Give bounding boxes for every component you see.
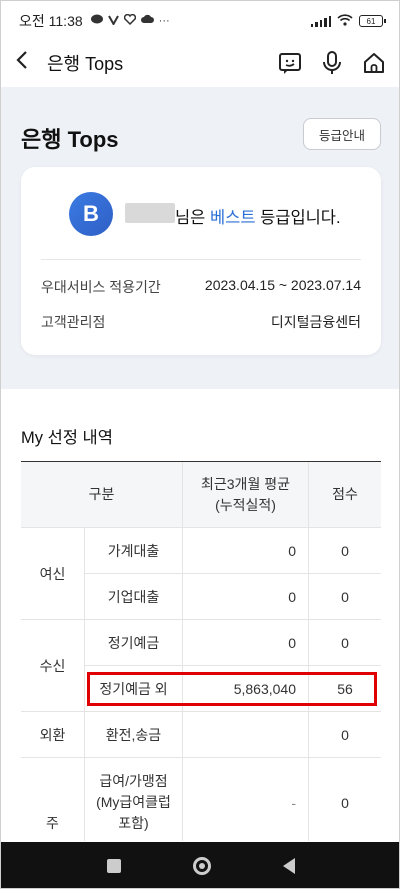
value-salary-merchant: - — [183, 758, 309, 841]
grade-name: 베스트 — [209, 209, 256, 227]
recent-apps-button[interactable] — [107, 859, 121, 873]
grade-card: B 님은 베스트 등급입니다. 우대서비스 적용기간 2023.04.15 ~ … — [21, 167, 381, 355]
value-household-loan: 0 — [183, 528, 309, 574]
grade-message-suffix: 등급입니다. — [255, 209, 341, 227]
item-business-loan: 기업대출 — [85, 574, 183, 620]
status-bar: 오전 11:38 ··· 61 — [1, 1, 399, 41]
grade-badge: B — [69, 192, 113, 236]
header-title: 은행 Tops — [47, 54, 124, 74]
back-nav-button[interactable] — [283, 858, 295, 874]
battery-icon: 61 — [359, 15, 386, 27]
masked-customer-name — [125, 203, 175, 223]
wifi-icon — [337, 13, 353, 29]
more-dots-icon: ··· — [158, 15, 170, 27]
home-icon[interactable] — [361, 50, 387, 76]
header-average: 최근3개월 평균 (누적실적) — [183, 462, 309, 528]
microphone-icon[interactable] — [319, 50, 345, 76]
header-actions — [277, 50, 387, 76]
score-other-deposit: 56 — [309, 666, 381, 712]
home-nav-button[interactable] — [193, 857, 211, 875]
back-button[interactable] — [15, 49, 39, 77]
system-nav-bar — [1, 842, 399, 888]
group-loan: 여신 — [21, 528, 85, 620]
group-forex: 외환 — [21, 712, 85, 758]
branch-row: 고객관리점 디지털금융센터 — [41, 312, 361, 332]
score-salary-merchant: 0 — [309, 758, 381, 841]
benefit-period-row: 우대서비스 적용기간 2023.04.15 ~ 2023.07.14 — [41, 277, 361, 297]
grade-section: 은행 Tops 등급안내 B 님은 베스트 등급입니다. 우대서비스 적용기간 … — [1, 87, 399, 389]
item-household-loan: 가계대출 — [85, 528, 183, 574]
branch-value: 디지털금융센터 — [270, 314, 361, 330]
notification-icons: ··· — [90, 13, 170, 28]
battery-level: 61 — [366, 16, 376, 26]
chat-icon[interactable] — [277, 50, 303, 76]
score-household-loan: 0 — [309, 528, 381, 574]
score-exchange-remit: 0 — [309, 712, 381, 758]
branch-label: 고객관리점 — [41, 314, 106, 330]
group-deposit: 수신 — [21, 620, 85, 712]
signal-icon — [310, 15, 331, 27]
value-time-deposit: 0 — [183, 620, 309, 666]
v-app-icon — [107, 14, 119, 28]
score-time-deposit: 0 — [309, 620, 381, 666]
item-time-deposit: 정기예금 — [85, 620, 183, 666]
page-title: 은행 Tops — [21, 127, 119, 152]
app-header: 은행 Tops — [1, 41, 399, 85]
benefit-period-label: 우대서비스 적용기간 — [41, 279, 161, 295]
cloud-icon — [140, 14, 154, 28]
header-score: 점수 — [309, 462, 381, 528]
header-category: 구분 — [21, 462, 183, 528]
heart-icon — [123, 13, 136, 28]
system-status: 61 — [310, 13, 386, 29]
item-other-deposit: 정기예금 외 — [85, 666, 183, 712]
grade-message-prefix: 님은 — [175, 209, 210, 227]
app-screen: 오전 11:38 ··· 61 은행 Tops 은행 Tops 등급안내 B 님… — [0, 0, 400, 889]
grade-guide-button[interactable]: 등급안내 — [303, 118, 381, 150]
score-business-loan: 0 — [309, 574, 381, 620]
value-exchange-remit — [183, 712, 309, 758]
selection-title: My 선정 내역 — [21, 429, 113, 447]
card-divider — [41, 259, 361, 260]
grade-message: 님은 베스트 등급입니다. — [175, 204, 341, 228]
value-business-loan: 0 — [183, 574, 309, 620]
value-other-deposit: 5,863,040 — [183, 666, 309, 712]
benefit-period-value: 2023.04.15 ~ 2023.07.14 — [204, 277, 361, 293]
status-time: 오전 11:38 — [19, 13, 83, 29]
group-main: 주 — [21, 758, 85, 841]
chat-bubble-icon — [90, 14, 103, 28]
item-salary-merchant: 급여/가맹점 (My급여클럽 포함) — [85, 758, 183, 841]
item-exchange-remit: 환전,송금 — [85, 712, 183, 758]
selection-table: 구분 최근3개월 평균 (누적실적) 점수 여신 수신 외환 주 가계대출 0 … — [21, 461, 381, 841]
